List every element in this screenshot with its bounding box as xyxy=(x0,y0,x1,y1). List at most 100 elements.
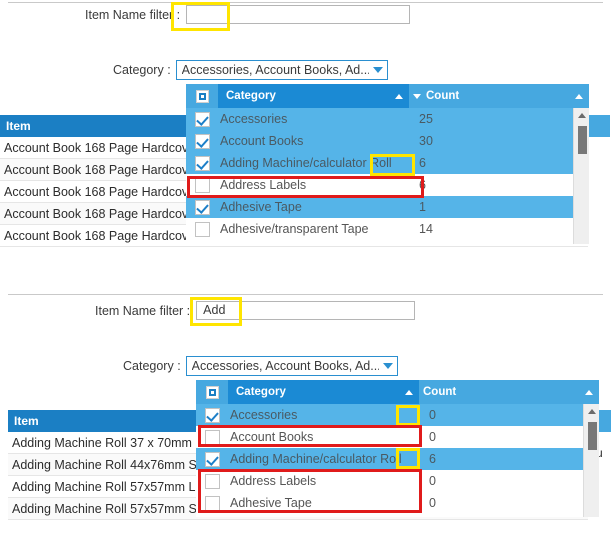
list-item-count: 0 xyxy=(429,408,436,422)
sort-descending-icon[interactable] xyxy=(413,93,421,99)
column-header-count-label: Count xyxy=(426,90,460,102)
row-checkbox-cell[interactable] xyxy=(196,407,228,423)
row-checkbox-cell[interactable] xyxy=(186,111,218,127)
popup-option-list: Accessories 0 Account Books 0 Adding Mac… xyxy=(196,404,599,517)
checkbox-checked-icon[interactable] xyxy=(194,111,210,127)
scroll-up-arrow-icon[interactable] xyxy=(584,404,599,418)
list-item[interactable]: Adding Machine/calculator Roll 6 xyxy=(196,448,599,470)
column-header-category-label: Category xyxy=(236,386,286,398)
scroll-up-arrow-icon[interactable] xyxy=(574,108,589,122)
select-all-checkbox-cell[interactable] xyxy=(186,84,218,108)
checkbox-unchecked-icon[interactable] xyxy=(194,221,210,237)
list-item[interactable]: Account Books 0 xyxy=(196,426,599,448)
popup-vertical-scrollbar[interactable] xyxy=(583,404,599,517)
category-multiselect[interactable]: Accessories, Account Books, Ad... xyxy=(175,60,388,80)
checkbox-unchecked-icon[interactable] xyxy=(204,429,220,445)
category-dropdown-popup: Category Count Accessories 25 Account Bo… xyxy=(186,84,589,244)
category-select-row: Category : Accessories, Account Books, A… xyxy=(113,60,388,80)
item-name-filter-label: Item Name filter : xyxy=(85,7,181,22)
checkbox-checked-icon[interactable] xyxy=(204,407,220,423)
checkbox-checked-icon[interactable] xyxy=(194,155,210,171)
column-header-count-label: Count xyxy=(423,386,457,398)
column-header-count[interactable]: Count xyxy=(409,84,589,108)
list-item[interactable]: Accessories 0 xyxy=(196,404,599,426)
scrollbar-thumb[interactable] xyxy=(588,422,597,450)
sort-ascending-icon[interactable] xyxy=(395,93,403,99)
list-item-label: Accessories xyxy=(230,408,298,422)
list-item-count: 6 xyxy=(419,156,426,170)
list-item-label: Accessories xyxy=(220,112,288,126)
select-all-checkbox[interactable] xyxy=(195,89,209,103)
select-all-checkbox-cell[interactable] xyxy=(196,380,228,404)
list-item[interactable]: Accessories 25 xyxy=(186,108,589,130)
list-item-count: 0 xyxy=(429,474,436,488)
column-header-count[interactable]: Count xyxy=(419,380,599,404)
row-checkbox-cell[interactable] xyxy=(196,451,228,467)
item-name-filter-label: Item Name filter : xyxy=(95,303,191,318)
list-item[interactable]: Adding Machine/calculator Roll 6 xyxy=(186,152,589,174)
row-checkbox-cell[interactable] xyxy=(186,221,218,237)
category-select-row: Category : Accessories, Account Books, A… xyxy=(123,356,398,376)
item-name-filter-row: Item Name filter : xyxy=(95,301,416,320)
item-name-filter-input[interactable] xyxy=(196,301,416,320)
row-checkbox-cell[interactable] xyxy=(186,133,218,149)
chevron-down-icon[interactable] xyxy=(382,363,393,369)
list-item-partial[interactable] xyxy=(186,240,589,244)
list-item-label: Adding Machine/calculator Roll xyxy=(220,156,392,170)
category-selected-text: Accessories, Account Books, Ad... xyxy=(181,63,369,77)
item-name-filter-input[interactable] xyxy=(186,5,411,24)
row-checkbox-cell[interactable] xyxy=(196,495,228,511)
list-item[interactable]: Adhesive/transparent Tape 14 xyxy=(186,218,589,240)
top-divider xyxy=(8,2,603,3)
select-all-checkbox[interactable] xyxy=(205,385,219,399)
sort-ascending-icon[interactable] xyxy=(405,389,413,395)
list-item[interactable]: Adhesive Tape 1 xyxy=(186,196,589,218)
category-selected-text: Accessories, Account Books, Ad... xyxy=(191,359,379,373)
column-header-category[interactable]: Category xyxy=(228,380,419,404)
checkbox-unchecked-icon[interactable] xyxy=(204,495,220,511)
item-column-header: Item xyxy=(6,119,31,133)
popup-header-row: Category Count xyxy=(196,380,599,404)
list-item[interactable]: Account Books 30 xyxy=(186,130,589,152)
checkbox-unchecked-icon[interactable] xyxy=(194,177,210,193)
list-item[interactable]: Adhesive Tape 0 xyxy=(196,492,599,514)
column-header-category-label: Category xyxy=(226,90,276,102)
category-multiselect[interactable]: Accessories, Account Books, Ad... xyxy=(185,356,398,376)
category-label: Category : xyxy=(123,359,181,373)
row-checkbox-cell[interactable] xyxy=(196,429,228,445)
checkbox-checked-icon[interactable] xyxy=(194,133,210,149)
item-name-filter-row: Item Name filter : xyxy=(85,5,411,24)
list-item-count: 0 xyxy=(429,496,436,510)
row-checkbox-cell[interactable] xyxy=(186,243,218,244)
list-item[interactable]: Address Labels 6 xyxy=(186,174,589,196)
list-item[interactable]: Address Labels 0 xyxy=(196,470,599,492)
list-item-label: Adhesive Tape xyxy=(230,496,312,510)
row-checkbox-cell[interactable] xyxy=(186,155,218,171)
chevron-down-icon[interactable] xyxy=(372,67,383,73)
list-item-count: 30 xyxy=(419,134,433,148)
list-item-label: Address Labels xyxy=(230,474,317,488)
checkbox-checked-icon[interactable] xyxy=(204,451,220,467)
column-header-category[interactable]: Category xyxy=(218,84,409,108)
row-checkbox-cell[interactable] xyxy=(196,473,228,489)
row-checkbox-cell[interactable] xyxy=(186,199,218,215)
checkbox-unchecked-icon[interactable] xyxy=(204,473,220,489)
checkbox-checked-icon[interactable] xyxy=(194,199,210,215)
category-dropdown-popup: Category Count Accessories 0 Account Boo… xyxy=(196,380,599,517)
list-item-label: Adhesive/transparent Tape xyxy=(220,222,369,236)
list-item-count: 6 xyxy=(429,452,436,466)
scrollbar-thumb[interactable] xyxy=(578,126,587,154)
checkbox-unchecked-icon[interactable] xyxy=(194,243,210,244)
list-item-label: Account Books xyxy=(230,430,314,444)
category-label: Category : xyxy=(113,63,171,77)
sort-ascending-icon-right[interactable] xyxy=(585,389,593,395)
list-item-label: Adding Machine/calculator Roll xyxy=(230,452,402,466)
popup-header-row: Category Count xyxy=(186,84,589,108)
sort-ascending-icon-right[interactable] xyxy=(575,93,583,99)
list-item-count: 25 xyxy=(419,112,433,126)
popup-vertical-scrollbar[interactable] xyxy=(573,108,589,244)
list-item-count: 6 xyxy=(419,178,426,192)
popup-option-list: Accessories 25 Account Books 30 Adding M… xyxy=(186,108,589,244)
top-panel: Item Name filter : Category : Accessorie… xyxy=(0,0,611,268)
row-checkbox-cell[interactable] xyxy=(186,177,218,193)
